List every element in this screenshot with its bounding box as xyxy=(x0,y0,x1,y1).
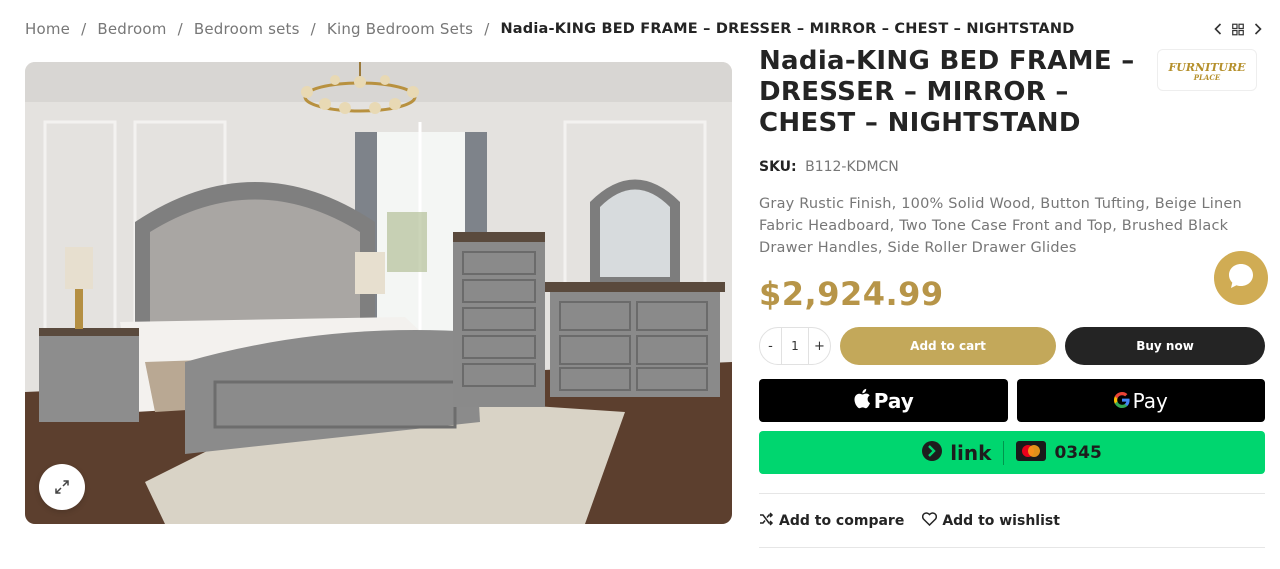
google-g-icon xyxy=(1113,389,1130,413)
express-checkout: Pay Pay xyxy=(759,379,1265,422)
breadcrumb-separator: / xyxy=(81,20,87,38)
quantity-plus-button[interactable]: + xyxy=(809,339,830,354)
quantity-stepper: - + xyxy=(759,327,831,365)
add-to-cart-button[interactable]: Add to cart xyxy=(840,327,1056,365)
breadcrumb-separator: / xyxy=(484,20,490,38)
brand-logo[interactable]: FURNITURE PLACE xyxy=(1157,49,1257,91)
chevron-left-icon[interactable] xyxy=(1212,20,1224,38)
breadcrumb-bedroom[interactable]: Bedroom xyxy=(97,20,166,38)
product-summary: Nadia-KING BED FRAME – DRESSER – MIRROR … xyxy=(759,46,1265,548)
grid-icon[interactable] xyxy=(1232,20,1244,38)
add-to-cart-row: - + Add to cart Buy now xyxy=(759,327,1265,365)
add-to-wishlist-label: Add to wishlist xyxy=(942,512,1060,529)
card-last4: 0345 xyxy=(1054,442,1102,463)
shuffle-icon xyxy=(759,511,774,530)
quantity-minus-button[interactable]: - xyxy=(760,339,781,354)
svg-text:PLACE: PLACE xyxy=(1193,73,1221,82)
chevron-right-icon[interactable] xyxy=(1252,20,1264,38)
apple-icon xyxy=(853,388,871,414)
heart-icon xyxy=(922,511,938,530)
google-pay-label: Pay xyxy=(1132,388,1168,413)
divider xyxy=(1003,440,1005,465)
breadcrumb: Home / Bedroom / Bedroom sets / King Bed… xyxy=(25,19,1074,39)
product-image[interactable] xyxy=(25,62,732,524)
breadcrumb-separator: / xyxy=(310,20,316,38)
product-price: $2,924.99 xyxy=(759,275,944,313)
link-pay-button[interactable]: link 0345 xyxy=(759,431,1265,474)
mastercard-icon xyxy=(1016,440,1047,465)
link-arrow-icon xyxy=(922,440,943,465)
buy-now-button[interactable]: Buy now xyxy=(1065,327,1265,365)
sku: SKU: B112-KDMCN xyxy=(759,159,1265,175)
apple-pay-label: Pay xyxy=(873,388,914,413)
chat-button[interactable] xyxy=(1214,251,1268,305)
breadcrumb-home[interactable]: Home xyxy=(25,20,70,38)
add-to-compare-label: Add to compare xyxy=(779,512,905,529)
link-label: link xyxy=(950,440,992,465)
quantity-input[interactable] xyxy=(781,328,809,364)
product-navigation xyxy=(1212,20,1264,38)
product-title: Nadia-KING BED FRAME – DRESSER – MIRROR … xyxy=(759,46,1135,138)
google-pay-button[interactable]: Pay xyxy=(1016,379,1265,422)
sku-value: B112-KDMCN xyxy=(805,159,899,175)
product-actions: Add to compare Add to wishlist xyxy=(759,493,1265,548)
sku-label: SKU: xyxy=(759,159,797,175)
breadcrumb-king-bedroom-sets[interactable]: King Bedroom Sets xyxy=(327,20,473,38)
add-to-wishlist-link[interactable]: Add to wishlist xyxy=(922,511,1060,530)
breadcrumb-separator: / xyxy=(177,20,183,38)
zoom-button[interactable] xyxy=(39,464,85,510)
product-description: Gray Rustic Finish, 100% Solid Wood, But… xyxy=(759,196,1242,256)
expand-icon xyxy=(54,479,70,495)
chat-icon xyxy=(1226,261,1256,295)
breadcrumb-bedroom-sets[interactable]: Bedroom sets xyxy=(194,20,300,38)
breadcrumb-current: Nadia-KING BED FRAME – DRESSER – MIRROR … xyxy=(500,21,1075,37)
add-to-compare-link[interactable]: Add to compare xyxy=(759,511,905,530)
apple-pay-button[interactable]: Pay xyxy=(759,379,1008,422)
